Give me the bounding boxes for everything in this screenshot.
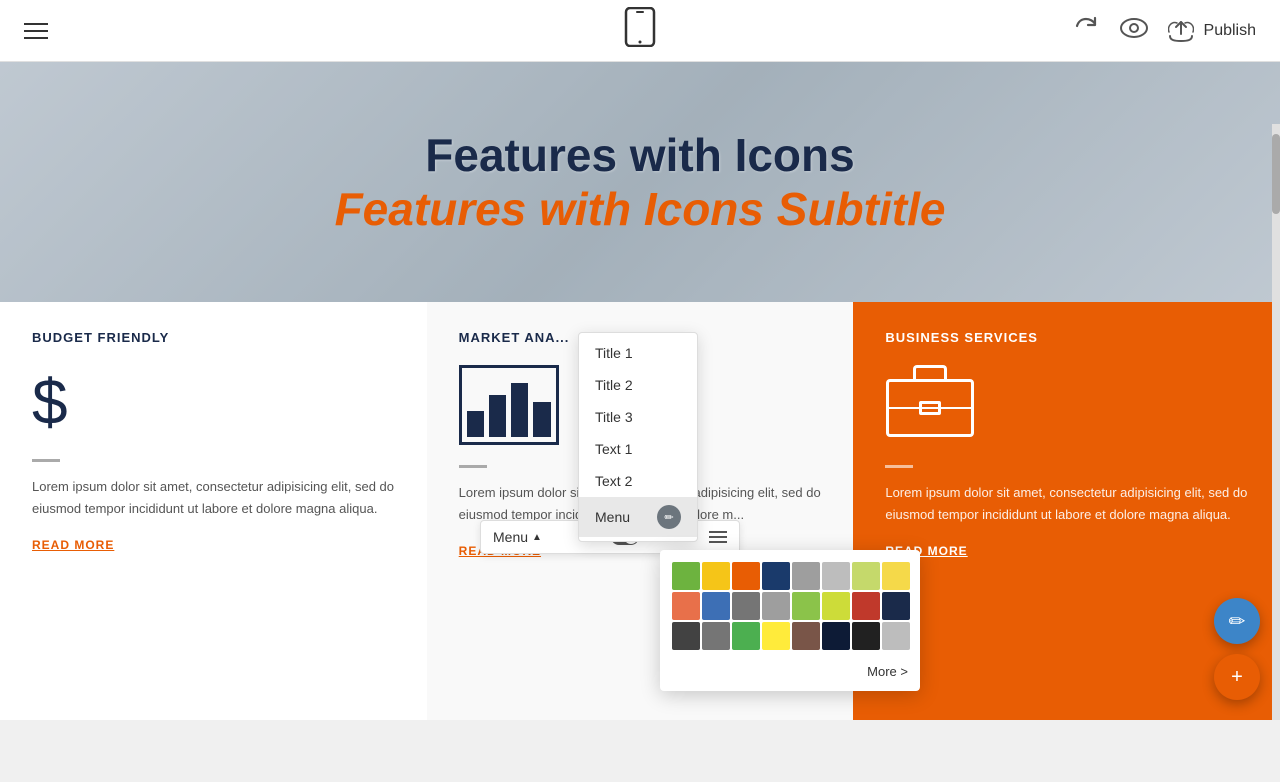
menu-item-label: Menu [595,509,630,525]
toolbar: Publish [0,0,1280,62]
read-more-2[interactable]: READ MORE [885,544,1248,558]
menu-item-label: Title 1 [595,345,633,361]
menu-item-title2[interactable]: Title 2 [579,369,697,401]
color-cell[interactable] [672,622,700,650]
color-cell[interactable] [732,592,760,620]
color-picker: More > [660,550,920,691]
caret-icon: ▲ [532,532,542,543]
divider-1 [459,465,487,468]
mobile-preview-icon[interactable] [624,7,656,54]
color-cell[interactable] [762,622,790,650]
menu-item-text1[interactable]: Text 1 [579,433,697,465]
card-text-0: Lorem ipsum dolor sit amet, consectetur … [32,476,395,520]
menu-lines-icon[interactable] [709,531,727,543]
card-title-2: BUSINESS SERVICES [885,330,1248,345]
menu-button[interactable] [24,23,48,39]
color-cell[interactable] [792,562,820,590]
color-cell[interactable] [852,622,880,650]
color-cell[interactable] [732,562,760,590]
menu-item-title1[interactable]: Title 1 [579,337,697,369]
color-cell[interactable] [672,592,700,620]
menu-item-title3[interactable]: Title 3 [579,401,697,433]
color-cell[interactable] [702,562,730,590]
fab-container: ✏ + [1214,598,1260,700]
card-title-0: BUDGET FRIENDLY [32,330,395,345]
menu-item-label: Text 1 [595,441,632,457]
dollar-icon: $ [32,365,395,439]
card-text-2: Lorem ipsum dolor sit amet, consectetur … [885,482,1248,526]
hero-subtitle: Features with Icons Subtitle [335,182,946,236]
color-cell[interactable] [852,592,880,620]
color-cell[interactable] [672,562,700,590]
edit-fab-button[interactable]: ✏ [1214,598,1260,644]
hero-section: Features with Icons Features with Icons … [0,62,1280,302]
toolbar-center [624,7,656,54]
hero-title: Features with Icons [425,128,854,182]
add-fab-button[interactable]: + [1214,654,1260,700]
card-budget-friendly: BUDGET FRIENDLY $ Lorem ipsum dolor sit … [0,302,427,720]
color-cell[interactable] [882,562,910,590]
read-more-0[interactable]: READ MORE [32,538,395,552]
color-cell[interactable] [702,622,730,650]
color-cell[interactable] [762,562,790,590]
toolbar-left [24,23,48,39]
preview-icon[interactable] [1120,17,1148,45]
color-cell[interactable] [792,592,820,620]
menu-item-label: Title 3 [595,409,633,425]
color-cell[interactable] [732,622,760,650]
color-cell[interactable] [792,622,820,650]
color-cell[interactable] [852,562,880,590]
main-content: Features with Icons Features with Icons … [0,62,1280,720]
undo-icon[interactable] [1072,14,1100,48]
divider-2 [885,465,913,468]
color-cell[interactable] [822,562,850,590]
publish-label: Publish [1204,22,1256,40]
menu-bar-label: Menu ▲ [493,529,542,545]
color-cell[interactable] [882,592,910,620]
menu-item-text2[interactable]: Text 2 [579,465,697,497]
menu-item-label: Title 2 [595,377,633,393]
divider-0 [32,459,60,462]
color-cell[interactable] [822,622,850,650]
color-cell[interactable] [702,592,730,620]
edit-icon[interactable]: ✏ [657,505,681,529]
color-cell[interactable] [822,592,850,620]
briefcase-icon-container [885,365,1248,445]
context-menu: Title 1 Title 2 Title 3 Text 1 Text 2 Me… [578,332,698,542]
menu-item-label: Text 2 [595,473,632,489]
more-colors-button[interactable]: More > [672,660,908,679]
scrollbar[interactable] [1272,124,1280,720]
color-cell[interactable] [882,622,910,650]
color-grid [672,562,908,650]
color-cell[interactable] [762,592,790,620]
toolbar-right: Publish [1072,14,1256,48]
scrollbar-thumb[interactable] [1272,134,1280,214]
publish-button[interactable]: Publish [1168,20,1256,42]
menu-item-menu[interactable]: Menu ✏ [579,497,697,537]
